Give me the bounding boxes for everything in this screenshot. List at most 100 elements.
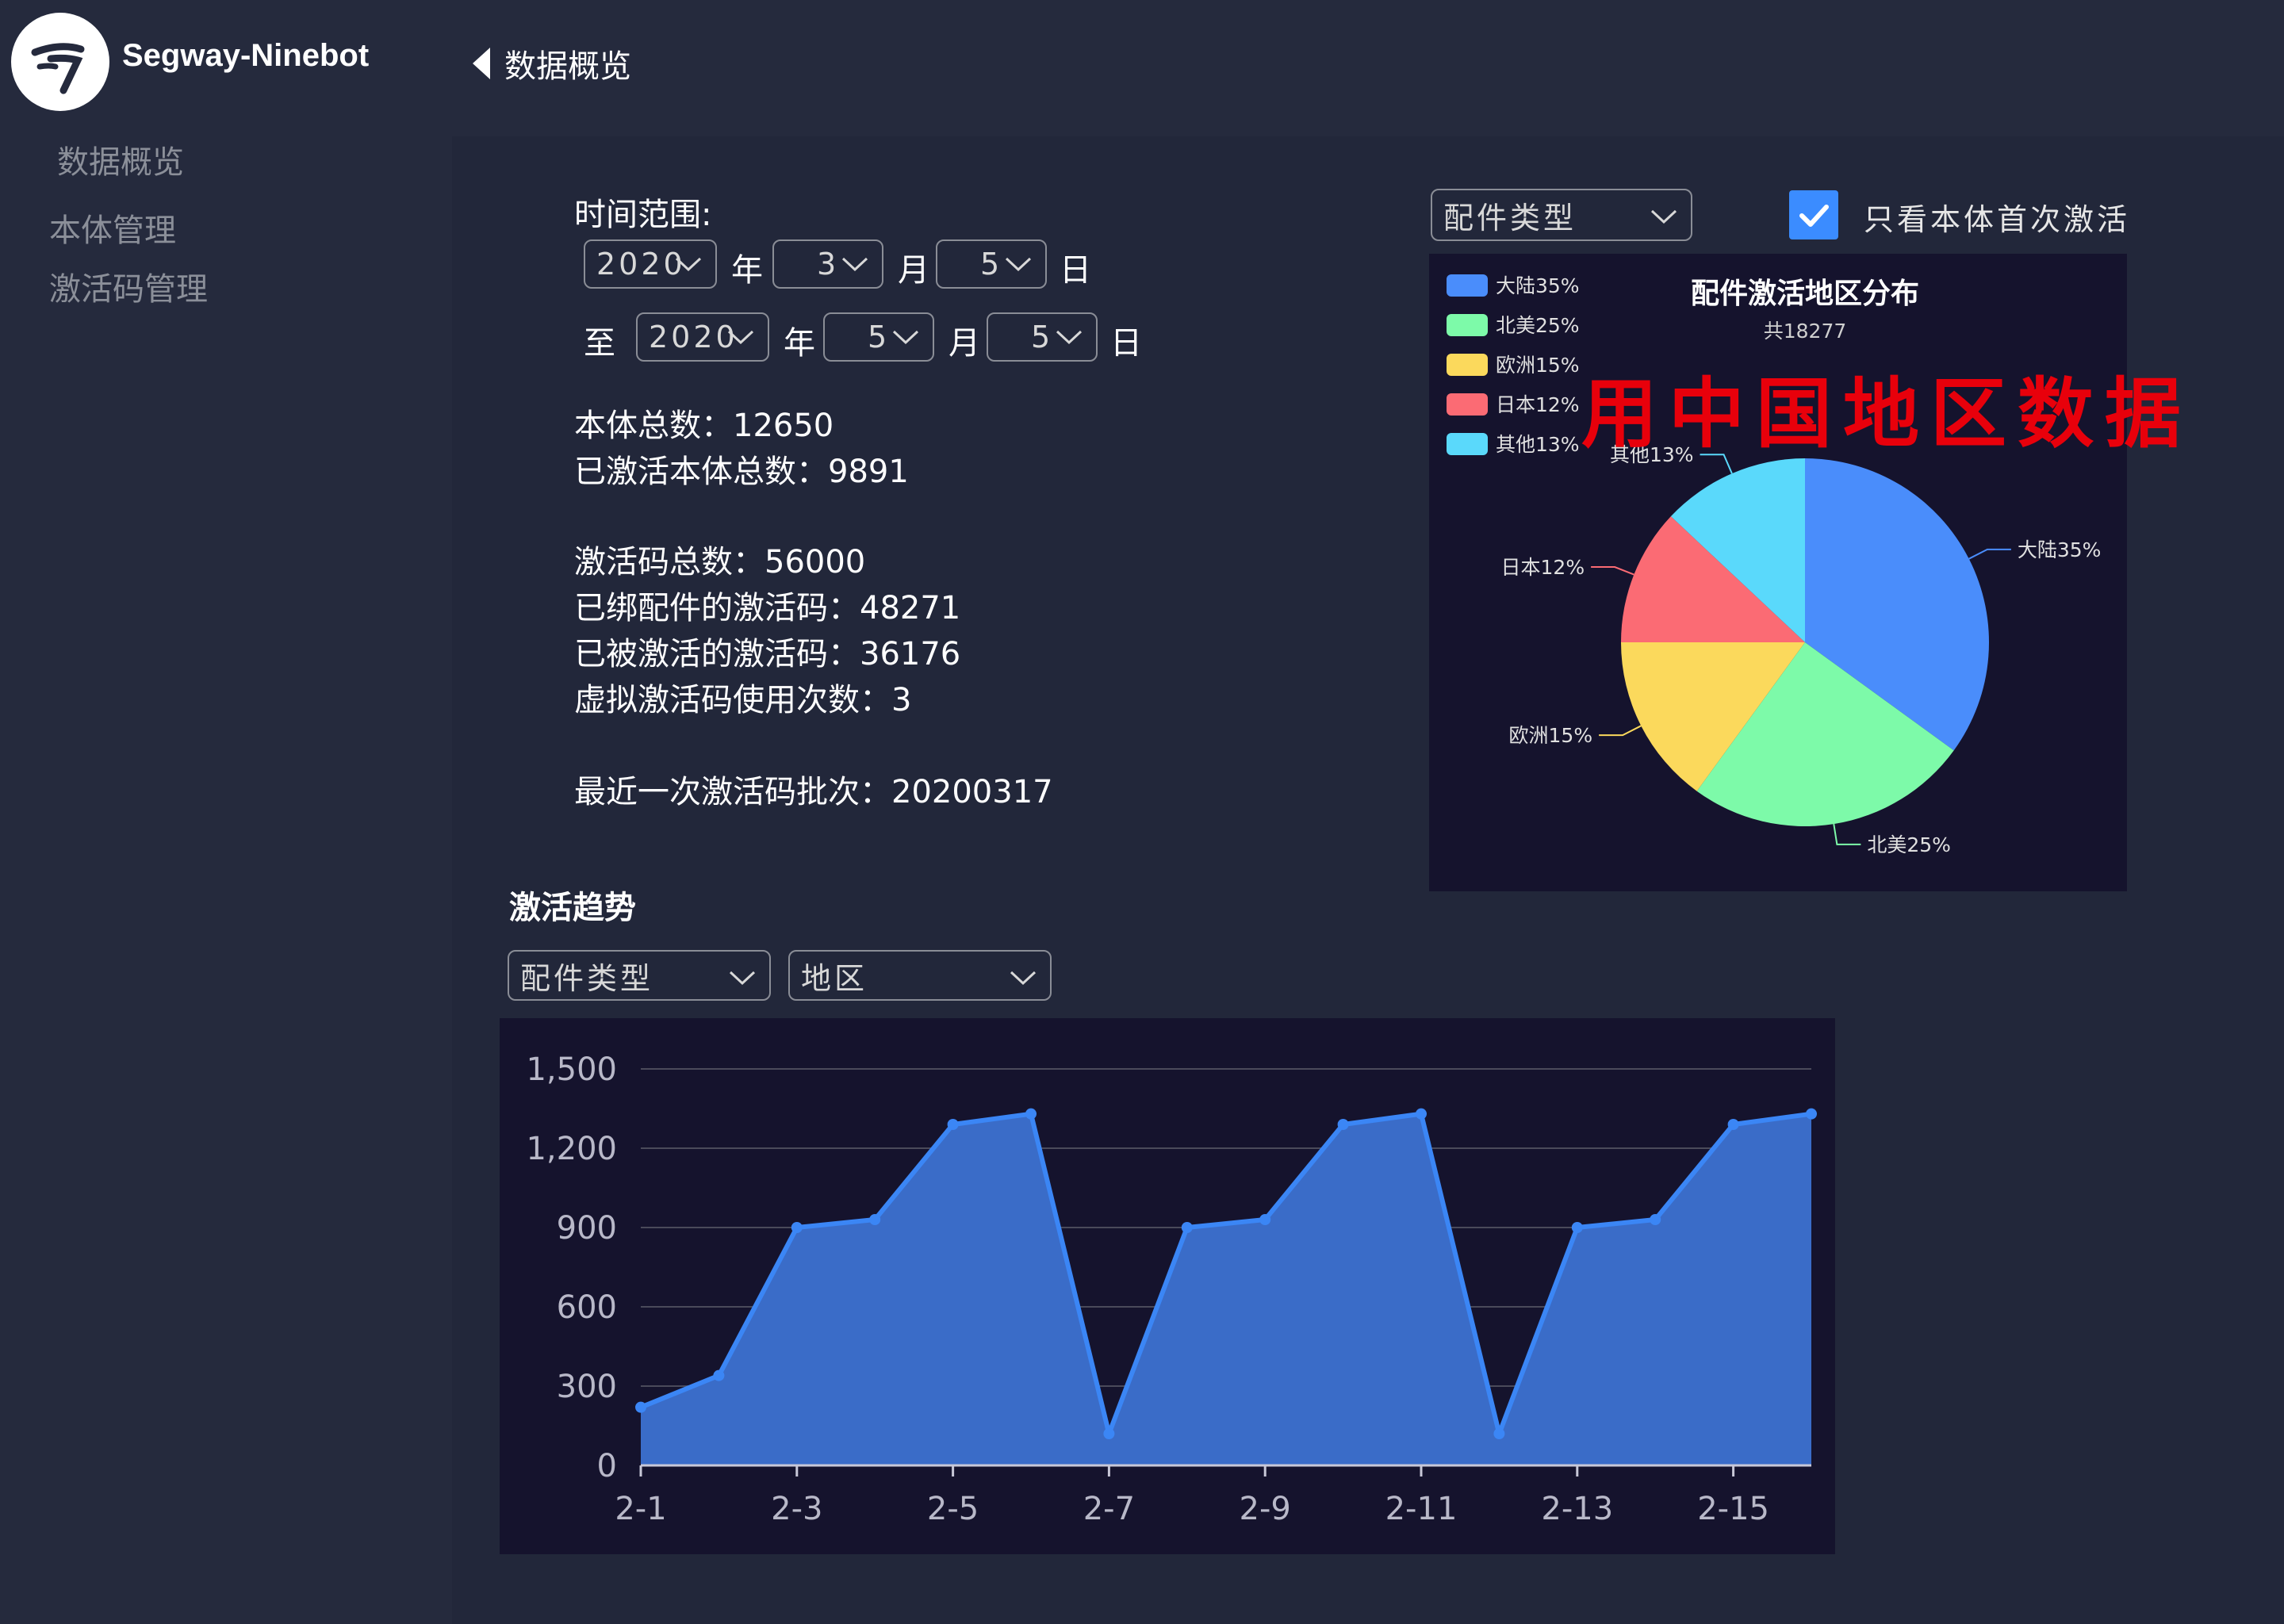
data-point[interactable] (1416, 1108, 1427, 1120)
legend-label[interactable]: 日本12% (1496, 393, 1580, 416)
stat-code-activated: 已被激活的激活码：36176 (574, 636, 961, 672)
brand-name: Segway-Ninebot (122, 38, 370, 73)
data-point[interactable] (1337, 1119, 1349, 1130)
y-tick-label: 600 (557, 1289, 617, 1326)
end-month-value: 5 (868, 320, 891, 354)
stat-code-total: 激活码总数：56000 (574, 544, 866, 580)
legend-label[interactable]: 大陆35% (1496, 274, 1580, 297)
sidebar-item-code-management[interactable]: 激活码管理 (49, 263, 208, 309)
time-range-label: 时间范围: (574, 197, 712, 233)
legend-swatch[interactable] (1447, 393, 1488, 416)
x-tick-label: 2-13 (1541, 1491, 1613, 1527)
pie-slice-label: 北美25% (1867, 833, 1951, 856)
y-tick-label: 300 (557, 1369, 617, 1405)
main-content: 时间范围: 2020 年 3 月 5 日 至 2020 年 5 月 5 日 本体… (452, 136, 2284, 1624)
data-point[interactable] (1493, 1428, 1505, 1439)
day-unit: 日 (1110, 325, 1142, 362)
first-activation-label: 只看本体首次激活 (1864, 202, 2131, 237)
x-tick-label: 2-9 (1240, 1491, 1291, 1527)
chevron-down-icon (1056, 330, 1083, 345)
area-fill (641, 1113, 1811, 1465)
data-point[interactable] (1259, 1214, 1271, 1225)
trend-region-select[interactable]: 地区 (788, 950, 1052, 1001)
chevron-down-icon (1010, 971, 1037, 986)
area-chart: 2-1 2-3 2-5 2-7 2-9 2-11 2-13 2-15 0 300 600 900 1,… (526, 1051, 1817, 1527)
chevron-down-icon (727, 330, 754, 345)
legend-label[interactable]: 其他13% (1496, 433, 1580, 456)
chevron-down-icon (675, 257, 702, 272)
end-day-select[interactable]: 5 (987, 312, 1098, 362)
pie-type-value: 配件类型 (1443, 200, 1577, 236)
x-tick-label: 2-11 (1385, 1491, 1458, 1527)
data-point[interactable] (1103, 1428, 1115, 1439)
month-unit: 月 (898, 252, 929, 289)
pie-leader-line (1599, 725, 1642, 737)
start-day-select[interactable]: 5 (936, 239, 1047, 289)
legend-swatch[interactable] (1447, 274, 1488, 297)
annotation-overlay: 用中国地区数据 (1581, 370, 2192, 458)
month-unit: 月 (948, 325, 980, 362)
legend-label[interactable]: 欧洲15% (1496, 354, 1580, 377)
trend-type-select[interactable]: 配件类型 (508, 950, 771, 1001)
legend-swatch[interactable] (1447, 354, 1488, 376)
data-point[interactable] (1025, 1108, 1037, 1120)
stat-code-bound: 已绑配件的激活码：48271 (574, 590, 961, 626)
start-day-value: 5 (980, 247, 1003, 282)
data-point[interactable] (947, 1119, 959, 1130)
trend-title: 激活趋势 (509, 890, 636, 926)
pie-slice-label: 大陆35% (2018, 538, 2102, 561)
stat-virtual-used: 虚拟激活码使用次数：3 (574, 682, 912, 718)
chevron-down-icon (1005, 257, 1032, 272)
pie-slice-label: 日本12% (1501, 556, 1585, 579)
pie-slice-label: 欧洲15% (1509, 724, 1593, 747)
y-tick-label: 1,200 (526, 1131, 617, 1167)
data-point[interactable] (1727, 1119, 1739, 1130)
y-tick-label: 900 (557, 1210, 617, 1247)
end-year-select[interactable]: 2020 (636, 312, 769, 362)
chevron-down-icon (729, 971, 756, 986)
checkmark-icon (1799, 205, 1829, 227)
y-tick-label: 0 (597, 1448, 617, 1484)
start-month-value: 3 (817, 247, 840, 282)
first-activation-checkbox[interactable] (1789, 190, 1838, 239)
year-unit: 年 (784, 325, 815, 362)
pie-chart-panel: 配件激活地区分布 共18277 大陆35% 北美25% 欧洲15% 日本12% 其他13… (1429, 254, 2181, 891)
data-point[interactable] (1650, 1214, 1661, 1225)
page-title: 数据概览 (504, 48, 631, 85)
day-unit: 日 (1060, 252, 1091, 289)
end-month-select[interactable]: 5 (823, 312, 934, 362)
start-month-select[interactable]: 3 (772, 239, 883, 289)
chevron-down-icon (892, 330, 919, 345)
pie-leader-line (1968, 548, 2011, 560)
stat-body-total: 本体总数：12650 (574, 408, 834, 444)
x-tick-label: 2-7 (1083, 1491, 1135, 1527)
year-unit: 年 (731, 252, 763, 289)
data-point[interactable] (1806, 1108, 1817, 1120)
to-label: 至 (584, 325, 615, 362)
pie-leader-line (1591, 566, 1634, 576)
legend-swatch[interactable] (1447, 433, 1488, 455)
pie-type-select[interactable]: 配件类型 (1431, 189, 1692, 241)
data-point[interactable] (713, 1369, 725, 1381)
back-button[interactable]: 数据概览 (473, 41, 631, 86)
data-point[interactable] (635, 1401, 646, 1413)
data-point[interactable] (1181, 1222, 1193, 1233)
caret-left-icon (473, 48, 490, 79)
chevron-down-icon (1650, 209, 1677, 224)
end-day-value: 5 (1031, 320, 1054, 354)
data-point[interactable] (869, 1214, 881, 1225)
pie-chart: 配件激活地区分布 共18277 大陆35% 北美25% 欧洲15% 日本12% 其他13… (1447, 274, 2102, 856)
segway-logo[interactable] (11, 13, 109, 111)
start-year-select[interactable]: 2020 (584, 239, 717, 289)
pie-subtitle: 共18277 (1764, 320, 1847, 343)
trend-region-value: 地区 (801, 960, 868, 996)
data-point[interactable] (1571, 1222, 1583, 1233)
sidebar-item-overview[interactable]: 数据概览 (57, 136, 184, 182)
sidebar-item-body-management[interactable]: 本体管理 (49, 205, 176, 251)
legend-swatch[interactable] (1447, 314, 1488, 336)
y-tick-label: 1,500 (526, 1051, 617, 1088)
data-point[interactable] (791, 1222, 803, 1233)
stat-body-activated: 已激活本体总数：9891 (574, 454, 909, 490)
legend-label[interactable]: 北美25% (1496, 314, 1580, 337)
x-tick-label: 2-1 (615, 1491, 666, 1527)
